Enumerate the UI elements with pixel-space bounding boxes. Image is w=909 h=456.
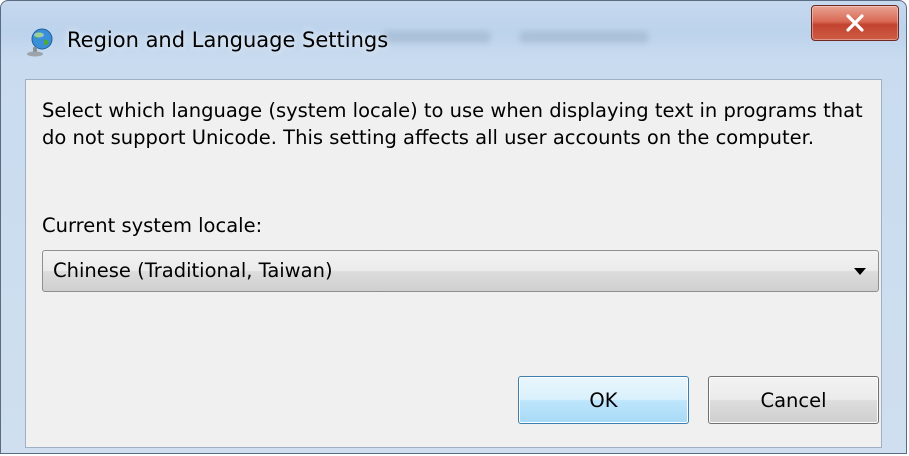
- ok-button-label: OK: [589, 388, 618, 412]
- locale-label: Current system locale:: [42, 214, 263, 237]
- close-button[interactable]: [811, 5, 899, 41]
- window-title: Region and Language Settings: [67, 28, 389, 52]
- system-locale-select[interactable]: Chinese (Traditional, Taiwan): [42, 250, 879, 292]
- description-text: Select which language (system locale) to…: [42, 99, 863, 149]
- dialog-window: Region and Language Settings Select whic…: [0, 0, 907, 454]
- cancel-button[interactable]: Cancel: [708, 376, 879, 424]
- background-blur: [381, 31, 491, 43]
- close-icon: [845, 14, 865, 32]
- selected-locale-value: Chinese (Traditional, Taiwan): [53, 259, 333, 282]
- ok-button[interactable]: OK: [518, 376, 689, 424]
- background-blur: [519, 31, 649, 43]
- cancel-button-label: Cancel: [760, 388, 827, 412]
- dialog-content: Select which language (system locale) to…: [25, 79, 882, 448]
- title-bar[interactable]: Region and Language Settings: [1, 1, 906, 77]
- globe-icon: [25, 27, 55, 57]
- chevron-down-icon: [854, 268, 866, 275]
